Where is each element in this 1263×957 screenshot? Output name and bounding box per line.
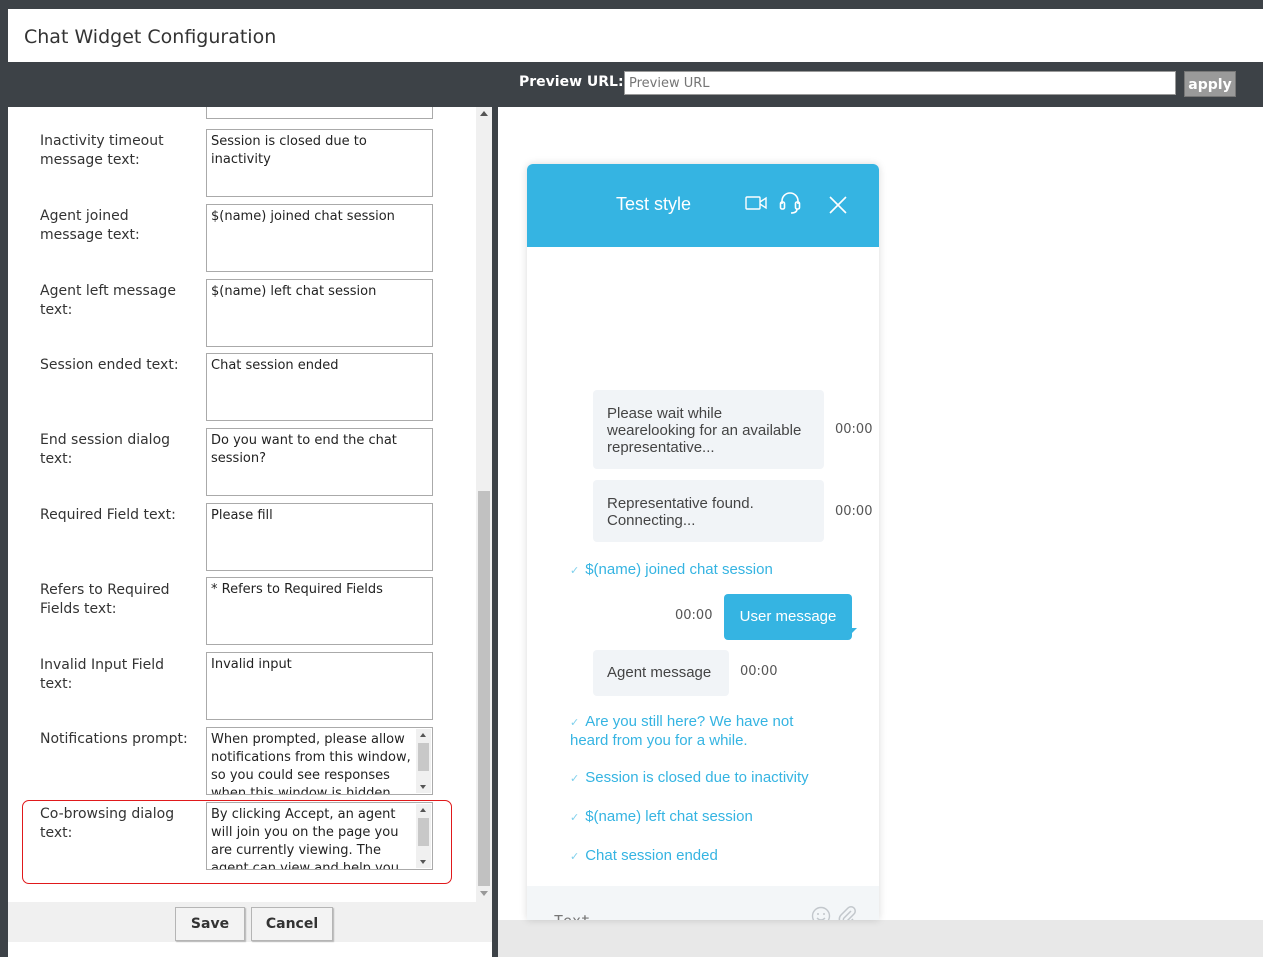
previous-field-textarea[interactable] [206, 107, 433, 119]
wait-message-bubble: Please wait while wearelooking for an av… [593, 390, 824, 469]
check-circle-icon: ✓ [570, 717, 580, 729]
check-circle-icon: ✓ [570, 565, 580, 577]
message-input-placeholder[interactable]: Text... [554, 912, 617, 920]
cancel-button[interactable]: Cancel [251, 907, 333, 941]
co-browsing-highlight-box [22, 800, 452, 884]
notifications-scrollbar[interactable] [416, 729, 431, 793]
scroll-up-arrow-icon[interactable] [420, 733, 426, 737]
field-label-refers-required: Refers to Required Fields text: [40, 582, 170, 617]
required-field-textarea[interactable]: Please fill [206, 503, 433, 571]
user-message-bubble: User message [724, 594, 852, 640]
system-message: ✓ Chat session ended [570, 847, 830, 866]
system-message-text: Chat session ended [585, 847, 718, 864]
invalid-input-textarea[interactable]: Invalid input [206, 652, 433, 720]
check-circle-icon: ✓ [570, 812, 580, 824]
system-message: ✓ $(name) joined chat session [570, 561, 830, 580]
check-circle-icon: ✓ [570, 773, 580, 785]
agent-left-textarea[interactable]: $(name) left chat session [206, 279, 433, 347]
window-title: Chat Widget Configuration [24, 26, 277, 48]
field-label-agent-left: Agent left message text: [40, 283, 176, 318]
config-form: Inactivity timeout message text: Session… [8, 107, 476, 902]
video-icon[interactable] [745, 195, 767, 216]
scroll-thumb[interactable] [418, 743, 429, 771]
message-input-area[interactable]: Text... [527, 886, 879, 920]
found-message-bubble: Representative found. Connecting... [593, 480, 824, 542]
widget-title: Test style [616, 194, 692, 214]
agent-joined-textarea[interactable]: $(name) joined chat session [206, 204, 433, 272]
session-ended-textarea[interactable]: Chat session ended [206, 353, 433, 421]
check-circle-icon: ✓ [570, 851, 580, 863]
message-timestamp: 00:00 [675, 608, 713, 623]
scroll-down-arrow-icon[interactable] [420, 785, 426, 789]
field-label-session-ended: Session ended text: [40, 357, 179, 373]
scroll-down-arrow-icon[interactable] [480, 891, 488, 896]
chat-widget-config-window: Chat Widget Configuration Inactivity tim… [8, 9, 1263, 957]
left-panel-header [8, 62, 494, 107]
field-label-notifications: Notifications prompt: [40, 731, 188, 747]
save-button[interactable]: Save [175, 907, 245, 941]
user-bubble-tail [849, 628, 857, 636]
preview-header: Preview URL: apply [498, 62, 1263, 107]
left-panel-scrollbar[interactable] [476, 107, 492, 902]
emoji-icon[interactable] [811, 906, 831, 920]
preview-bottom-bar [498, 920, 1263, 957]
inactivity-timeout-textarea[interactable]: Session is closed due to inactivity [206, 129, 433, 197]
widget-header: Test style [527, 164, 879, 247]
scroll-thumb[interactable] [478, 491, 490, 886]
chat-widget-preview: Test style Please wait while wearelookin… [527, 164, 879, 920]
end-session-dialog-textarea[interactable]: Do you want to end the chat session? [206, 428, 433, 496]
system-message: ✓ $(name) left chat session [570, 808, 830, 827]
message-timestamp: 00:00 [835, 504, 873, 519]
attach-icon[interactable] [837, 905, 857, 920]
system-message-text: $(name) left chat session [585, 808, 753, 825]
preview-url-label: Preview URL: [519, 74, 624, 90]
field-label-end-session-dialog: End session dialog text: [40, 432, 171, 467]
scroll-up-arrow-icon[interactable] [480, 111, 488, 116]
field-label-required-field: Required Field text: [40, 507, 176, 523]
field-label-invalid-input: Invalid Input Field text: [40, 657, 164, 692]
system-message: ✓ Are you still here? We have not heard f… [570, 713, 830, 749]
refers-required-textarea[interactable]: * Refers to Required Fields [206, 577, 433, 645]
message-timestamp: 00:00 [740, 664, 778, 679]
message-timestamp: 00:00 [835, 422, 873, 437]
preview-url-input[interactable] [624, 71, 1176, 95]
system-message: ✓ Session is closed due to inactivity [570, 769, 830, 788]
field-label-inactivity: Inactivity timeout message text: [40, 133, 164, 168]
system-message-text: Session is closed due to inactivity [585, 769, 809, 786]
headset-icon[interactable] [779, 191, 801, 220]
field-label-agent-joined: Agent joined message text: [40, 208, 140, 243]
system-message-text: Are you still here? We have not heard fr… [570, 713, 794, 749]
notifications-prompt-text: When prompted, please allow notification… [211, 732, 411, 795]
apply-button[interactable]: apply [1184, 71, 1236, 97]
notifications-prompt-textarea[interactable]: When prompted, please allow notification… [206, 727, 433, 795]
system-message-text: $(name) joined chat session [585, 561, 773, 578]
title-bar: Chat Widget Configuration [8, 9, 1263, 62]
agent-message-bubble: Agent message [593, 650, 729, 696]
close-icon[interactable] [829, 196, 847, 219]
